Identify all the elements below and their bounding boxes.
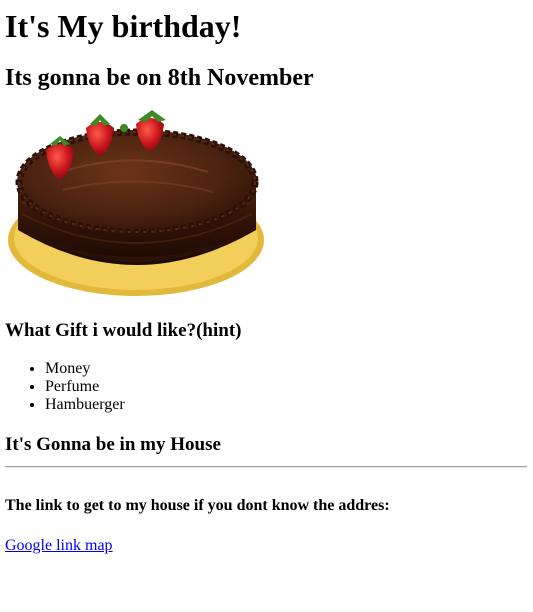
list-item: Perfume [45, 378, 125, 396]
date-subtitle: Its gonna be on 8th November [5, 65, 314, 91]
page-title: It's My birthday! [5, 8, 242, 44]
cake-image [8, 110, 264, 296]
map-link[interactable]: Google link map [5, 537, 113, 555]
gift-heading: What Gift i would like?(hint) [5, 320, 242, 341]
list-item: Hambuerger [45, 396, 125, 414]
gift-list: Money Perfume Hambuerger [5, 360, 125, 414]
list-item: Money [45, 360, 125, 378]
divider [5, 466, 527, 468]
link-intro: The link to get to my house if you dont … [5, 497, 390, 514]
place-heading: It's Gonna be in my House [5, 434, 221, 455]
